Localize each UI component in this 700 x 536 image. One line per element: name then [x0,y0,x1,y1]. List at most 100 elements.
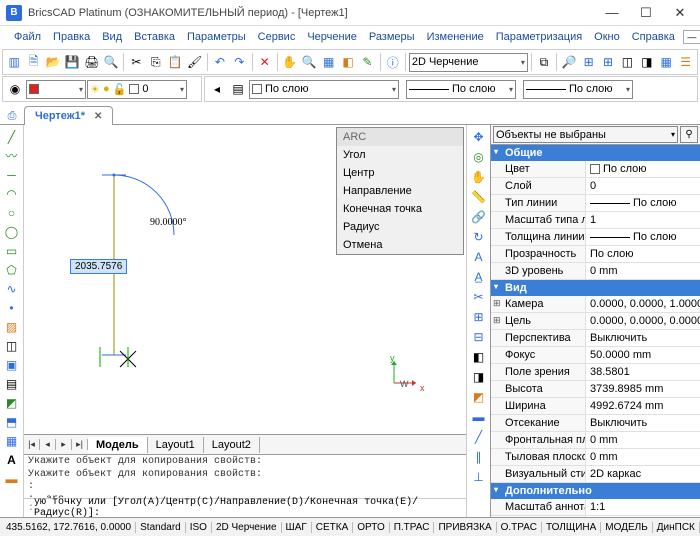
maximize-button[interactable]: ☐ [630,3,662,23]
line-tool-icon[interactable]: ╱ [469,427,489,447]
prop-value[interactable]: 0 [586,178,700,194]
prop-category[interactable]: Дополнительно [491,483,700,499]
prop-row[interactable]: Тип линииПо слою [491,195,700,212]
circle-icon[interactable]: ○ [2,203,22,222]
prop-value[interactable]: 0 mm [586,449,700,465]
solid-icon[interactable]: ▬ [2,469,22,488]
array2-icon[interactable]: ⊟ [469,327,489,347]
ctx-item[interactable]: Центр [337,164,463,182]
scissors-icon[interactable]: ✂ [469,287,489,307]
prop-value[interactable]: 1 [586,212,700,228]
status-toggle[interactable]: О.ТРАС [497,522,542,533]
prop-row[interactable]: ЦветПо слою [491,161,700,178]
prop-value[interactable]: 0.0000, 0.0000, 1.0000 [586,296,700,312]
prop-value[interactable]: 38.5801 [586,364,700,380]
color-combo[interactable]: ▾ [26,80,86,99]
lt-tool-icon[interactable]: ▤ [228,79,248,99]
line-icon[interactable]: ╱ [2,127,22,146]
menu-параметризация[interactable]: Параметризация [490,29,588,45]
model-tab[interactable]: Layout2 [204,437,260,453]
sheet-icon[interactable]: ▤ [2,374,22,393]
text-a-icon[interactable]: A [469,247,489,267]
lineweight-combo[interactable]: По слою▾ [406,80,516,99]
prop-value[interactable]: Выключить [586,415,700,431]
point-icon[interactable]: • [2,298,22,317]
layer-combo[interactable]: ☀ ● 🔓 0▾ [87,80,187,99]
workspace-combo[interactable]: 2D Черчение▾ [409,53,528,72]
grid-a-icon[interactable]: ⊞ [579,52,597,72]
prop-value[interactable]: 50.0000 mm [586,347,700,363]
mdi-minimize[interactable]: — [683,30,700,44]
prop-value[interactable]: 2D каркас [586,466,700,482]
layers-a-icon[interactable]: ◫ [618,52,636,72]
menu-вставка[interactable]: Вставка [128,29,181,45]
prop-row[interactable]: Толщина линииПо слою [491,229,700,246]
text-b-icon[interactable]: A̲ [469,267,489,287]
status-toggle[interactable]: ДинПСК [653,522,700,533]
prop-value[interactable]: 1:1 [586,499,700,515]
drawing-canvas[interactable]: 90.0000° 2035.7576 x y W ARC УголЦентрНа… [24,125,466,434]
prop-value[interactable]: 0 mm [586,263,700,279]
layout-icon[interactable]: ▦ [657,52,675,72]
prop-row[interactable]: ПерспективаВыключить [491,330,700,347]
ctx-item[interactable]: Радиус [337,218,463,236]
prop-value[interactable]: 4992.6724 mm [586,398,700,414]
polyline-icon[interactable]: 〰 [2,146,22,165]
lt-prev-icon[interactable]: ◂ [207,79,227,99]
status-toggle[interactable]: ISO [186,522,212,533]
prop-value[interactable]: 0 mm [586,432,700,448]
minimize-button[interactable]: — [596,3,628,23]
region-icon[interactable]: ▣ [2,355,22,374]
status-toggle[interactable]: 2D Черчение [212,522,282,533]
prop-value[interactable]: 3739.8985 mm [586,381,700,397]
menu-вид[interactable]: Вид [96,29,128,45]
prop-row[interactable]: Источник светаВключить [491,516,700,517]
prop-row[interactable]: Фокус50.0000 mm [491,347,700,364]
perp-icon[interactable]: ⊥ [469,467,489,487]
prop-value[interactable]: По слою [586,195,700,211]
find-icon[interactable]: 🔎 [560,52,578,72]
spline-icon[interactable]: ∿ [2,279,22,298]
menu-размеры[interactable]: Размеры [363,29,421,45]
tool2-icon[interactable]: ✎ [358,52,376,72]
3dorbit-icon[interactable]: ◎ [469,147,489,167]
prop-row[interactable]: Ширина4992.6724 mm [491,398,700,415]
status-toggle[interactable]: СЕТКА [312,522,354,533]
pan-icon[interactable]: ✋ [281,52,299,72]
status-toggle[interactable]: МОДЕЛЬ [601,522,652,533]
command-prompt[interactable]: : ую точку или [Угол(A)/Центр(C)/Направл… [24,499,466,517]
block-icon[interactable]: ◩ [2,393,22,412]
cut-icon[interactable]: ✂ [127,52,145,72]
colorwheel-icon[interactable]: ◉ [5,79,25,99]
tools-a-icon[interactable]: ⧉ [535,52,553,72]
redo-icon[interactable]: ↷ [230,52,248,72]
doc-tab-active[interactable]: Чертеж1* ✕ [24,106,113,125]
layers-b-icon[interactable]: ◨ [638,52,656,72]
prop-row[interactable]: Масштаб типа л1 [491,212,700,229]
menu-файл[interactable]: Файл [8,29,47,45]
mod-c-icon[interactable]: ◩ [469,387,489,407]
hatch-icon[interactable]: ▨ [2,317,22,336]
plotstyle-combo[interactable]: По слою▾ [523,80,633,99]
measure-icon[interactable]: 📏 [469,187,489,207]
status-toggle[interactable]: ТОЛЩИНА [542,522,601,533]
prop-row[interactable]: Масштаб аннота1:1 [491,499,700,516]
status-toggle[interactable]: ОРТО [353,522,389,533]
paste-icon[interactable]: 📋 [166,52,184,72]
prop-row[interactable]: Слой0 [491,178,700,195]
tab-next[interactable]: ▸ [56,439,72,450]
prop-value[interactable]: Включить [586,516,700,517]
model-tab[interactable]: Модель [88,437,148,453]
menu-сервис[interactable]: Сервис [252,29,302,45]
open-icon[interactable]: 📂 [44,52,62,72]
qnew-icon[interactable]: ▥ [5,52,23,72]
menu-изменение[interactable]: Изменение [421,29,490,45]
copy-icon[interactable]: ⎘ [147,52,165,72]
rect-icon[interactable]: ▭ [2,241,22,260]
ellipse-icon[interactable]: ◯ [2,222,22,241]
grid-b-icon[interactable]: ⊞ [599,52,617,72]
print-icon[interactable]: 🖨 [83,52,101,72]
close-button[interactable]: ✕ [664,3,696,23]
status-toggle[interactable]: ПРИВЯЗКА [434,522,496,533]
zoom-icon[interactable]: 🔍 [300,52,318,72]
